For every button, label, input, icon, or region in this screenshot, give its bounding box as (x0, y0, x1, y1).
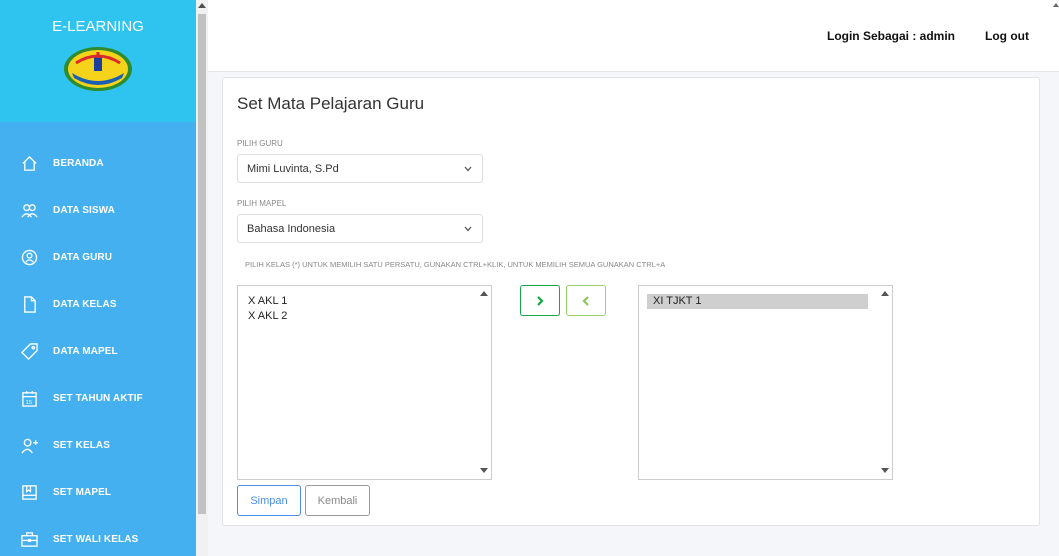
back-button[interactable]: Kembali (305, 485, 370, 516)
scroll-up-icon[interactable] (198, 3, 206, 8)
sidebar-header: E-LEARNING (0, 0, 196, 122)
sidebar-item-label: SET KELAS (53, 440, 111, 451)
mapel-select-value: Bahasa Indonesia (247, 222, 336, 235)
sidebar-item-set-tahun-aktif[interactable]: 15 SET TAHUN AKTIF (0, 375, 196, 422)
sidebar-item-label: DATA KELAS (53, 299, 117, 310)
form-card: Set Mata Pelajaran Guru PILIH GURU Mimi … (222, 77, 1040, 526)
sidebar-item-data-guru[interactable]: DATA GURU (0, 234, 196, 281)
logout-link[interactable]: Log out (985, 29, 1029, 43)
chevron-down-icon (464, 226, 472, 232)
users-icon (20, 202, 38, 220)
scroll-up-icon[interactable] (881, 291, 889, 296)
sidebar-item-label: BERANDA (53, 158, 104, 169)
briefcase-icon (20, 531, 38, 549)
sidebar-item-label: SET TAHUN AKTIF (53, 393, 143, 404)
list-item[interactable]: XI TJKT 1 (647, 294, 868, 309)
svg-text:15: 15 (25, 400, 31, 406)
sidebar-item-data-siswa[interactable]: DATA SISWA (0, 187, 196, 234)
scroll-down-icon[interactable] (881, 468, 889, 473)
listbox-scrollbar[interactable] (477, 286, 491, 479)
calendar-icon: 15 (20, 390, 38, 408)
file-icon (20, 296, 38, 314)
save-button[interactable]: Simpan (237, 485, 301, 516)
school-logo-icon (64, 47, 132, 91)
list-item[interactable]: X AKL 2 (248, 309, 481, 324)
sidebar-item-label: DATA MAPEL (53, 346, 118, 357)
sidebar-item-data-kelas[interactable]: DATA KELAS (0, 281, 196, 328)
selected-classes-list[interactable]: XI TJKT 1 (638, 285, 893, 480)
sidebar-item-label: SET WALI KELAS (53, 534, 139, 545)
move-left-button[interactable] (566, 285, 606, 316)
teacher-icon (20, 249, 38, 267)
sidebar-nav: BERANDA DATA SISWA DATA GURU DATA KELAS … (0, 140, 196, 556)
book-icon (20, 484, 38, 502)
sidebar-item-data-mapel[interactable]: DATA MAPEL (0, 328, 196, 375)
sidebar-item-label: SET MAPEL (53, 487, 112, 498)
list-item[interactable]: X AKL 1 (248, 294, 481, 309)
tag-icon (20, 343, 38, 361)
guru-select-value: Mimi Luvinta, S.Pd (247, 162, 339, 175)
kelas-hint: PILIH KELAS (*) UNTUK MEMILIH SATU PERSA… (245, 260, 666, 269)
mapel-select[interactable]: Bahasa Indonesia (237, 214, 483, 243)
sidebar-item-set-kelas[interactable]: SET KELAS (0, 422, 196, 469)
available-classes-list[interactable]: X AKL 1 X AKL 2 (237, 285, 492, 480)
chevron-right-icon (537, 295, 544, 306)
sidebar-item-label: DATA SISWA (53, 205, 115, 216)
listbox-scrollbar[interactable] (878, 286, 892, 479)
home-icon (20, 155, 38, 173)
sidebar-scrollbar[interactable] (196, 0, 208, 556)
mapel-label: PILIH MAPEL (237, 199, 287, 208)
main-scroll-up-icon[interactable] (1053, 3, 1059, 7)
sidebar-item-beranda[interactable]: BERANDA (0, 140, 196, 187)
chevron-down-icon (464, 166, 472, 172)
scroll-up-icon[interactable] (480, 291, 488, 296)
sidebar-item-label: DATA GURU (53, 252, 113, 263)
scrollbar-thumb[interactable] (198, 14, 206, 514)
sidebar-item-set-mapel[interactable]: SET MAPEL (0, 469, 196, 516)
topbar: Login Sebagai : admin Log out (208, 0, 1059, 72)
add-user-icon (20, 437, 38, 455)
guru-label: PILIH GURU (237, 139, 283, 148)
sidebar: E-LEARNING BERANDA DATA SISWA DATA GURU … (0, 0, 196, 556)
move-right-button[interactable] (520, 285, 560, 316)
login-status: Login Sebagai : admin (826, 29, 955, 43)
brand-title: E-LEARNING (52, 18, 144, 35)
guru-select[interactable]: Mimi Luvinta, S.Pd (237, 154, 483, 183)
sidebar-item-set-wali-kelas[interactable]: SET WALI KELAS (0, 516, 196, 556)
chevron-left-icon (582, 295, 589, 306)
page-title: Set Mata Pelajaran Guru (237, 94, 425, 113)
scroll-down-icon[interactable] (480, 468, 488, 473)
